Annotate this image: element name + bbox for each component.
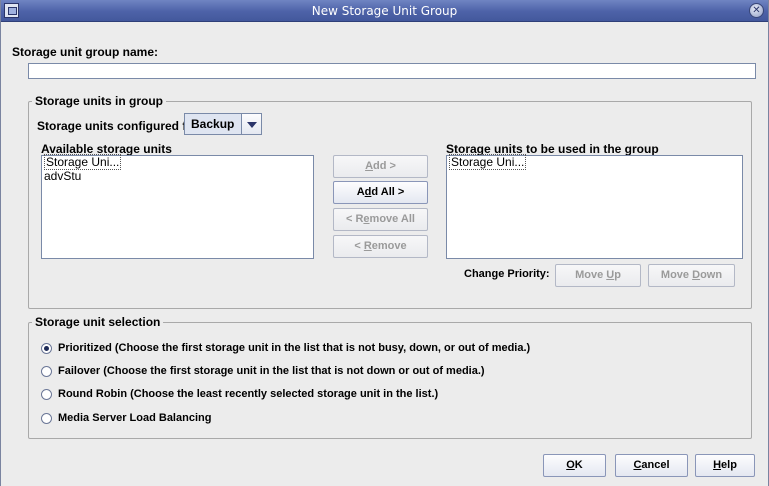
- radio-label: Failover (Choose the first storage unit …: [58, 365, 485, 377]
- radio-button[interactable]: [41, 365, 52, 377]
- title-bar[interactable]: New Storage Unit Group ✕: [1, 0, 768, 22]
- radio-label: Media Server Load Balancing: [58, 412, 212, 424]
- move-down-button[interactable]: Move Down: [648, 264, 735, 287]
- radio-button[interactable]: [41, 412, 52, 424]
- help-button[interactable]: Help: [695, 454, 755, 477]
- radio-button[interactable]: [41, 342, 52, 354]
- radio-round-robin[interactable]: Round Robin (Choose the least recently s…: [41, 386, 438, 402]
- used-units-list[interactable]: Storage Uni...: [446, 154, 743, 259]
- radio-failover[interactable]: Failover (Choose the first storage unit …: [41, 363, 485, 379]
- configured-for-label: Storage units configured for:: [37, 119, 203, 133]
- ok-button[interactable]: OK: [543, 454, 606, 477]
- configured-for-value: Backup: [191, 117, 235, 131]
- group-name-input[interactable]: [28, 63, 756, 79]
- list-item[interactable]: Storage Uni...: [42, 154, 313, 170]
- radio-load-balancing[interactable]: Media Server Load Balancing: [41, 410, 211, 426]
- change-priority-label: Change Priority:: [464, 268, 550, 280]
- add-button[interactable]: Add >: [333, 155, 428, 178]
- chevron-down-icon[interactable]: [241, 114, 261, 134]
- dialog-window: New Storage Unit Group ✕ Storage unit gr…: [0, 0, 769, 486]
- window-title: New Storage Unit Group: [311, 4, 458, 18]
- move-up-button[interactable]: Move Up: [555, 264, 641, 287]
- available-units-list[interactable]: Storage Uni... advStu: [41, 154, 314, 259]
- configured-for-select[interactable]: Backup: [184, 113, 262, 135]
- radio-button[interactable]: [41, 388, 52, 400]
- add-all-button[interactable]: Add All >: [333, 181, 428, 204]
- radio-label: Prioritized (Choose the first storage un…: [58, 342, 531, 354]
- cancel-button[interactable]: Cancel: [615, 454, 688, 477]
- list-item[interactable]: advStu: [42, 170, 313, 184]
- list-item[interactable]: Storage Uni...: [447, 154, 742, 170]
- radio-prioritized[interactable]: Prioritized (Choose the first storage un…: [41, 340, 530, 356]
- selection-group-legend: Storage unit selection: [32, 315, 164, 329]
- storage-units-group-legend: Storage units in group: [32, 94, 166, 108]
- remove-all-button[interactable]: < Remove All: [333, 208, 428, 231]
- group-name-label: Storage unit group name:: [12, 45, 159, 59]
- close-icon[interactable]: ✕: [749, 3, 764, 18]
- remove-button[interactable]: < Remove: [333, 235, 428, 258]
- radio-label: Round Robin (Choose the least recently s…: [58, 388, 439, 400]
